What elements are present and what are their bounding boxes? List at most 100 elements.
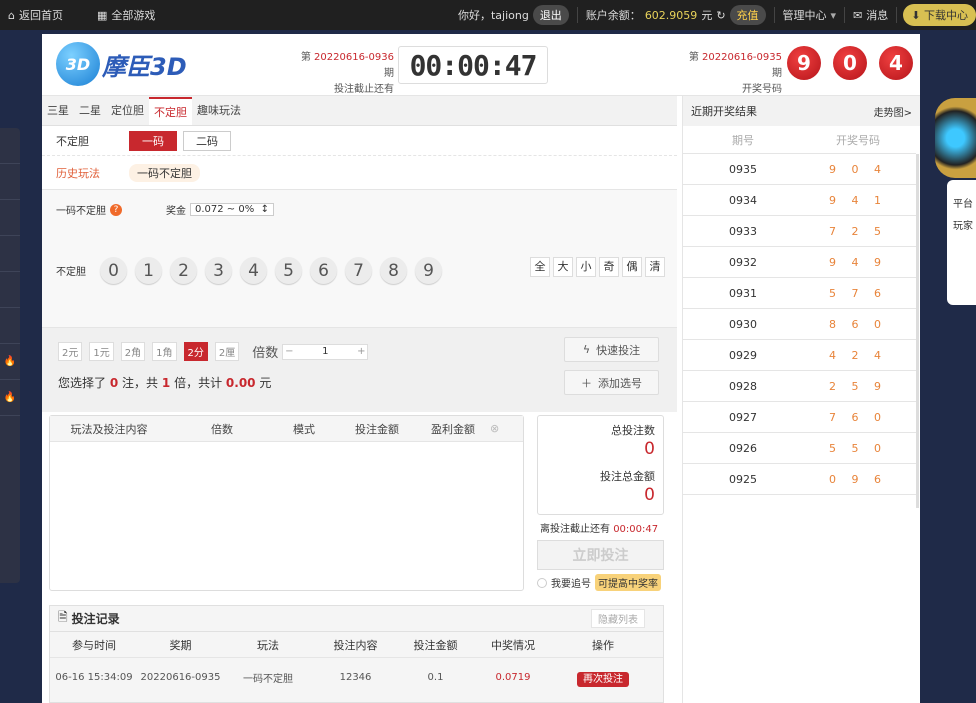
result-numbers: 5 7 6 (829, 286, 887, 300)
cart-header: 模式 (293, 422, 315, 436)
number-ball-4[interactable]: 4 (240, 257, 267, 284)
record-icon: 🗎 (58, 610, 68, 624)
refresh-icon[interactable]: ↻ (716, 9, 725, 22)
decrement-button[interactable]: − (283, 346, 295, 357)
rebet-button[interactable]: 再次投注 (577, 671, 629, 687)
mode-1yuan[interactable]: 1元 (89, 342, 114, 361)
records-header: 参与时间 (72, 638, 116, 652)
result-numbers: 7 2 5 (829, 224, 887, 238)
mode-2fen[interactable]: 2分 (183, 342, 208, 361)
recharge-button[interactable]: 充值 (729, 5, 766, 25)
manage-menu[interactable]: 管理中心 ▾ (775, 0, 845, 30)
number-ball-9[interactable]: 9 (415, 257, 442, 284)
chase-radio[interactable] (537, 577, 547, 588)
tab-quwei[interactable]: 趣味玩法 (192, 97, 246, 125)
quick-small[interactable]: 小 (576, 257, 596, 277)
list-item: 0928 2 5 9 (683, 371, 916, 402)
hide-list-button[interactable]: 隐藏列表 (591, 609, 645, 628)
quick-even[interactable]: 偶 (622, 257, 642, 277)
multiple-stepper: −1 + (282, 343, 369, 360)
sel-mid2: 倍，共计 (174, 376, 223, 390)
sidebar-item[interactable] (0, 128, 20, 164)
fire-icon[interactable]: 🔥 (0, 344, 20, 380)
play-tabs: 三星 二星 定位胆 不定胆 趣味玩法 (42, 96, 677, 126)
option-yima[interactable]: 一码 (129, 130, 177, 151)
all-games-link[interactable]: ▦ 全部游戏 (89, 0, 163, 30)
result-issue: 0926 (729, 441, 757, 455)
quick-odd[interactable]: 奇 (599, 257, 619, 277)
quick-clear[interactable]: 清 (645, 257, 665, 277)
player-link[interactable]: 玩家 (953, 216, 976, 238)
multiple-input[interactable]: 1 (295, 346, 355, 357)
result-issue: 0930 (729, 317, 757, 331)
tab-sanxing[interactable]: 三星 (42, 97, 74, 125)
mode-2li[interactable]: 2厘 (214, 342, 240, 361)
sidebar-item[interactable] (0, 200, 20, 236)
platform-link[interactable]: 平台 (953, 194, 976, 216)
number-ball-6[interactable]: 6 (310, 257, 337, 284)
number-ball-0[interactable]: 0 (100, 257, 127, 284)
number-ball-8[interactable]: 8 (380, 257, 407, 284)
fire-icon[interactable]: 🔥 (0, 380, 20, 416)
cart-header: 玩法及投注内容 (70, 422, 148, 436)
result-issue: 0935 (729, 162, 757, 176)
sidebar-item[interactable] (0, 236, 20, 272)
total-amount: 0 (644, 485, 655, 505)
submit-bet-button[interactable]: 立即投注 (537, 540, 664, 570)
logo: 3D 摩臣3D (56, 42, 187, 86)
logout-button[interactable]: 退出 (532, 5, 569, 25)
quick-big[interactable]: 大 (553, 257, 573, 277)
home-icon: ⌂ (8, 8, 15, 22)
issue-suffix: 期 (384, 68, 394, 79)
cart-header: 盈利金额 (431, 422, 475, 436)
mode-2jiao[interactable]: 2角 (120, 342, 146, 361)
manage-label: 管理中心 (782, 9, 827, 22)
result-issue: 0929 (729, 348, 757, 362)
sidebar-item[interactable] (0, 308, 20, 344)
number-ball-7[interactable]: 7 (345, 257, 372, 284)
quick-bet-button[interactable]: ϟ 快速投注 (564, 337, 659, 362)
list-item: 0935 9 0 4 (683, 154, 916, 185)
sidebar-item[interactable] (0, 164, 20, 200)
records-title: 投注记录 (71, 612, 120, 626)
number-ball-3[interactable]: 3 (205, 257, 232, 284)
countdown-timer: 00:00:47 (398, 46, 548, 84)
mode-1jiao[interactable]: 1角 (152, 342, 177, 361)
tab-dingweidan[interactable]: 定位胆 (106, 97, 149, 125)
all-games-label: 全部游戏 (111, 9, 156, 22)
list-item: 0934 9 4 1 (683, 185, 916, 216)
messages-link[interactable]: ✉ 消息 (845, 0, 896, 30)
result-issue: 0932 (729, 255, 757, 269)
number-ball-2[interactable]: 2 (170, 257, 197, 284)
mode-2yuan[interactable]: 2元 (58, 342, 83, 361)
trend-link[interactable]: 走势图> (874, 104, 912, 119)
result-numbers: 5 5 0 (829, 441, 887, 455)
tab-erxing[interactable]: 二星 (74, 97, 106, 125)
tab-budingdan[interactable]: 不定胆 (149, 97, 192, 125)
increment-button[interactable]: + (355, 346, 367, 357)
prize-select[interactable]: 0.072 ~ 0% ↕ (190, 203, 274, 216)
sidebar-item[interactable] (0, 272, 20, 308)
quick-all[interactable]: 全 (530, 257, 550, 277)
result-issue: 0927 (729, 410, 757, 424)
side-panel: 平台 玩家 (947, 180, 976, 305)
chase-label: 我要追号 (551, 579, 591, 590)
chevron-down-icon: ▾ (830, 8, 837, 22)
help-icon[interactable]: ? (110, 203, 122, 216)
record-time: 06-16 15:34:09 (55, 671, 133, 683)
home-link[interactable]: ⌂ 返回首页 (0, 0, 71, 30)
history-item[interactable]: 一码不定胆 (129, 163, 200, 182)
clear-cart-icon[interactable]: ⊗ (490, 422, 499, 435)
add-selection-button[interactable]: ＋ 添加选号 (564, 370, 659, 395)
record-win: 0.0719 (495, 671, 531, 683)
prize-label: 奖金 (166, 206, 186, 217)
number-ball-5[interactable]: 5 (275, 257, 302, 284)
records-header: 投注金额 (413, 638, 458, 652)
recent-results: 近期开奖结果 走势图> 期号 开奖号码 0935 9 0 4 0934 9 4 1 0933… (682, 96, 920, 703)
result-issue: 0934 (729, 193, 757, 207)
option-erma[interactable]: 二码 (183, 130, 231, 151)
number-ball-1[interactable]: 1 (135, 257, 162, 284)
bet-total: 0.00 (225, 376, 256, 390)
download-button[interactable]: ⬇ 下载中心 (903, 4, 976, 26)
list-item: 0929 4 2 4 (683, 340, 916, 371)
